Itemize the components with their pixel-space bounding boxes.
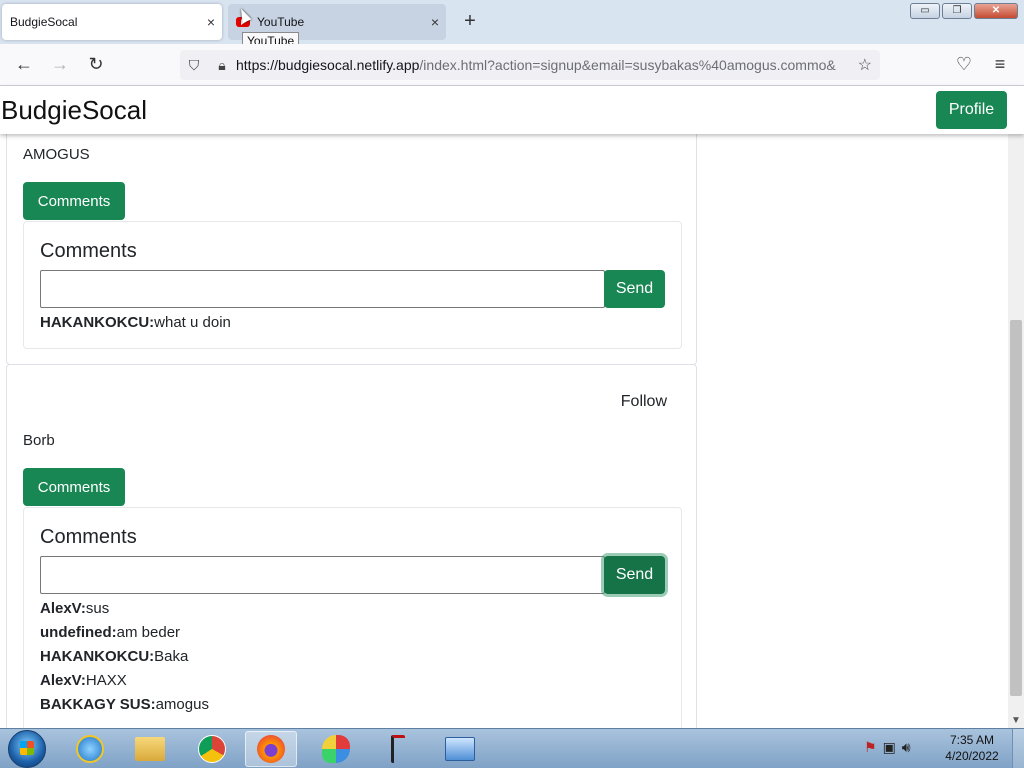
comment-item: HAKANKOKCU:what u doin [40,314,231,331]
post-text: AMOGUS [23,146,90,163]
window-controls: ▭ ❐ ✕ [910,3,1018,19]
clock-time: 7:35 AM [949,733,995,747]
comment-list: HAKANKOKCU:what u doin [40,311,231,335]
system-clock[interactable]: 7:35 AM 4/20/2022 [940,732,1004,764]
url-bar[interactable]: ⛉ 🔒︎ https://budgiesocal.netlify.app/ind… [180,50,880,80]
comment-input[interactable] [40,270,605,308]
send-comment-button[interactable]: Send [604,270,665,308]
start-button[interactable] [8,730,46,768]
post-card: AMOGUS Comments Comments Send HAKANKOKCU… [6,134,697,365]
firefox-icon[interactable] [245,731,297,767]
page-scrollbar[interactable]: ▼ [1008,134,1024,728]
pocket-icon[interactable]: ♡ [952,54,976,75]
comment-item: BAKKAGY SUS:amogus [40,696,209,713]
maximize-button[interactable]: ❐ [942,3,972,19]
comments-section: Comments Send HAKANKOKCU:what u doin [23,221,682,349]
comment-item: AlexV:sus [40,600,110,617]
close-tab-icon[interactable]: × [424,14,446,30]
action-center-flag-icon[interactable]: ⚑ [864,739,877,756]
clock-date: 4/20/2022 [945,749,999,763]
tab-title: BudgieSocal [10,15,78,29]
new-tab-button[interactable]: + [458,10,482,33]
system-tray: ⚑ ▣ 🔊︎ [864,739,911,756]
forward-icon[interactable]: → [48,54,72,75]
comment-item: undefined:am beder [40,624,181,641]
scrollbar-thumb[interactable] [1010,320,1022,696]
paint-icon[interactable] [310,731,362,767]
tab-strip: BudgieSocal × YouTube × + ▭ ❐ ✕ [0,0,1024,44]
navigation-toolbar: ← → ↻ ⛉ 🔒︎ https://budgiesocal.netlify.a… [0,44,1024,86]
tab-title: YouTube [257,15,305,29]
comments-title: Comments [40,526,137,548]
feed: AMOGUS Comments Comments Send HAKANKOKCU… [0,134,1008,728]
comment-list: AlexV:sus undefined:am beder HAKANKOKCU:… [40,597,209,717]
profile-button[interactable]: Profile [936,91,1007,129]
menu-icon[interactable]: ≡ [988,54,1012,75]
control-panel-icon[interactable] [434,731,486,767]
file-explorer-icon[interactable] [124,731,176,767]
close-window-button[interactable]: ✕ [974,3,1018,19]
shield-icon[interactable]: ⛉ [180,57,208,74]
network-icon[interactable]: ▣ [883,739,896,756]
taskbar: ⚑ ▣ 🔊︎ 7:35 AM 4/20/2022 [0,728,1024,768]
comment-input[interactable] [40,556,605,594]
scroll-down-icon[interactable]: ▼ [1008,715,1024,726]
bookmark-star-icon[interactable]: ☆ [858,55,872,75]
volume-icon[interactable]: 🔊︎ [902,739,911,756]
site-navbar: BudgieSocal Profile [0,86,1024,134]
internet-explorer-icon[interactable] [64,731,116,767]
comment-item: HAKANKOKCU:Baka [40,648,189,665]
chrome-icon[interactable] [186,731,238,767]
comments-section: Comments Send AlexV:sus undefined:am bed… [23,507,682,728]
url-text[interactable]: https://budgiesocal.netlify.app/index.ht… [236,57,836,73]
tab-budgiesocal[interactable]: BudgieSocal × [2,4,222,40]
comments-toggle-button[interactable]: Comments [23,182,125,220]
stick-figure-app-icon[interactable] [372,731,424,767]
reload-icon[interactable]: ↻ [84,54,108,75]
back-icon[interactable]: ← [12,54,36,75]
post-text: Borb [23,432,55,449]
show-desktop-button[interactable] [1012,729,1024,768]
lock-icon[interactable]: 🔒︎ [208,57,236,74]
post-card: Follow Borb Comments Comments Send AlexV… [6,364,697,728]
comment-item: AlexV:HAXX [40,672,127,689]
follow-button[interactable]: Follow [621,393,667,411]
comments-title: Comments [40,240,137,262]
close-tab-icon[interactable]: × [200,14,222,30]
site-brand[interactable]: BudgieSocal [1,95,147,126]
comments-toggle-button[interactable]: Comments [23,468,125,506]
send-comment-button[interactable]: Send [604,556,665,594]
minimize-button[interactable]: ▭ [910,3,940,19]
